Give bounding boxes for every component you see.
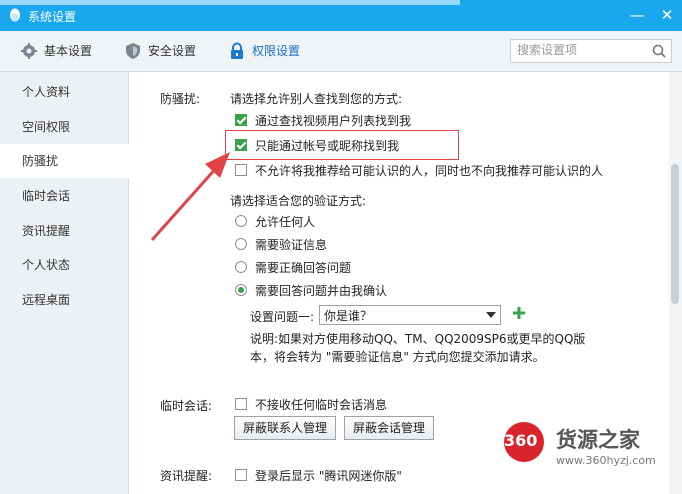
gear-icon — [21, 43, 37, 59]
watermark-brand: 货源之家 — [556, 428, 640, 452]
watermark-url: www.360hyzj.com — [556, 454, 656, 467]
sidebar-item-news-reminder[interactable]: 资讯提醒 — [0, 214, 128, 248]
question-one-label: 设置问题一: — [250, 310, 315, 324]
qq-penguin-icon — [10, 8, 20, 22]
shield-icon — [126, 43, 140, 59]
question-one-value: 你是谁？ — [324, 309, 373, 323]
verify-correct-answer-label[interactable]: 需要正确回答问题 — [255, 259, 351, 276]
watermark-logo-text: 360 — [504, 431, 538, 450]
verify-need-info-radio[interactable] — [235, 238, 247, 250]
blocked-sessions-button[interactable]: 屏蔽会话管理 — [344, 416, 434, 440]
tab-basic-settings[interactable]: 基本设置 — [20, 31, 110, 71]
find-by-video-list-checkbox[interactable] — [235, 114, 247, 126]
scrollbar-thumb[interactable] — [671, 164, 679, 304]
tab-permission-settings[interactable]: 权限设置 — [228, 31, 318, 71]
search-input[interactable] — [511, 40, 653, 60]
tab-label: 基本设置 — [44, 44, 93, 58]
verify-need-info-label[interactable]: 需要验证信息 — [255, 236, 327, 253]
note-line-1: 说明:如果对方使用移动QQ、TM、QQ2009SP6或更早的QQ版 — [250, 332, 586, 346]
note-line-2: 本，将会转为 "需要验证信息" 方式向您提交添加请求。 — [250, 350, 545, 364]
verify-method-prompt: 请选择适合您的验证方式: — [230, 194, 367, 208]
verify-answer-and-confirm-radio[interactable] — [235, 284, 247, 296]
section-label-news: 资讯提醒: — [160, 469, 213, 483]
show-mini-news-label[interactable]: 登录后显示 "腾讯网迷你版" — [255, 467, 402, 484]
chevron-down-icon — [486, 312, 496, 318]
blocked-contacts-button[interactable]: 屏蔽联系人管理 — [234, 416, 336, 440]
lock-icon — [231, 42, 243, 59]
sidebar-item-profile[interactable]: 个人资料 — [0, 75, 128, 109]
close-button[interactable]: ✕ — [656, 4, 678, 26]
sidebar-item-personal-status[interactable]: 个人状态 — [0, 248, 128, 282]
sidebar-item-temp-session[interactable]: 临时会话 — [0, 179, 128, 213]
sidebar-item-remote-desktop[interactable]: 远程桌面 — [0, 283, 128, 317]
no-recommend-checkbox[interactable] — [235, 164, 247, 176]
red-highlight-box — [225, 130, 459, 160]
question-one-select[interactable]: 你是谁？ — [319, 305, 501, 325]
show-mini-news-checkbox[interactable] — [235, 469, 247, 481]
verify-answer-and-confirm-label[interactable]: 需要回答问题并由我确认 — [255, 282, 387, 299]
settings-sidebar: 个人资料 空间权限 防骚扰 临时会话 资讯提醒 个人状态 远程桌面 — [0, 72, 129, 494]
reject-temp-session-checkbox[interactable] — [235, 398, 247, 410]
sidebar-item-space-permission[interactable]: 空间权限 — [0, 110, 128, 144]
verify-allow-anyone-label[interactable]: 允许任何人 — [255, 213, 315, 230]
section-label-anti-harassment: 防骚扰: — [160, 92, 201, 106]
verify-correct-answer-radio[interactable] — [235, 261, 247, 273]
section-label-temp-session: 临时会话: — [160, 399, 213, 413]
search-icon[interactable] — [651, 43, 667, 59]
window-title: 系统设置 — [28, 10, 77, 24]
tab-label: 安全设置 — [148, 44, 197, 58]
cropped-edge — [0, 0, 460, 5]
verify-allow-anyone-radio[interactable] — [235, 215, 247, 227]
minimize-button[interactable]: — — [626, 4, 648, 26]
no-recommend-label[interactable]: 不允许将我推荐给可能认识的人，同时也不向我推荐可能认识的人 — [255, 162, 603, 179]
search-box[interactable] — [510, 39, 672, 63]
tab-security-settings[interactable]: 安全设置 — [124, 31, 214, 71]
watermark: 360 货源之家 www.360hyzj.com — [500, 418, 682, 488]
add-question-icon[interactable] — [512, 306, 526, 320]
find-by-video-list-label[interactable]: 通过查找视频用户列表找到我 — [255, 112, 411, 129]
find-method-prompt: 请选择允许别人查找到您的方式: — [230, 92, 403, 106]
tab-label: 权限设置 — [252, 44, 301, 58]
reject-temp-session-label[interactable]: 不接收任何临时会话消息 — [255, 396, 387, 413]
sidebar-item-anti-harassment[interactable]: 防骚扰 — [0, 144, 129, 178]
settings-toolbar: 基本设置 安全设置 权限设置 — [0, 31, 682, 72]
